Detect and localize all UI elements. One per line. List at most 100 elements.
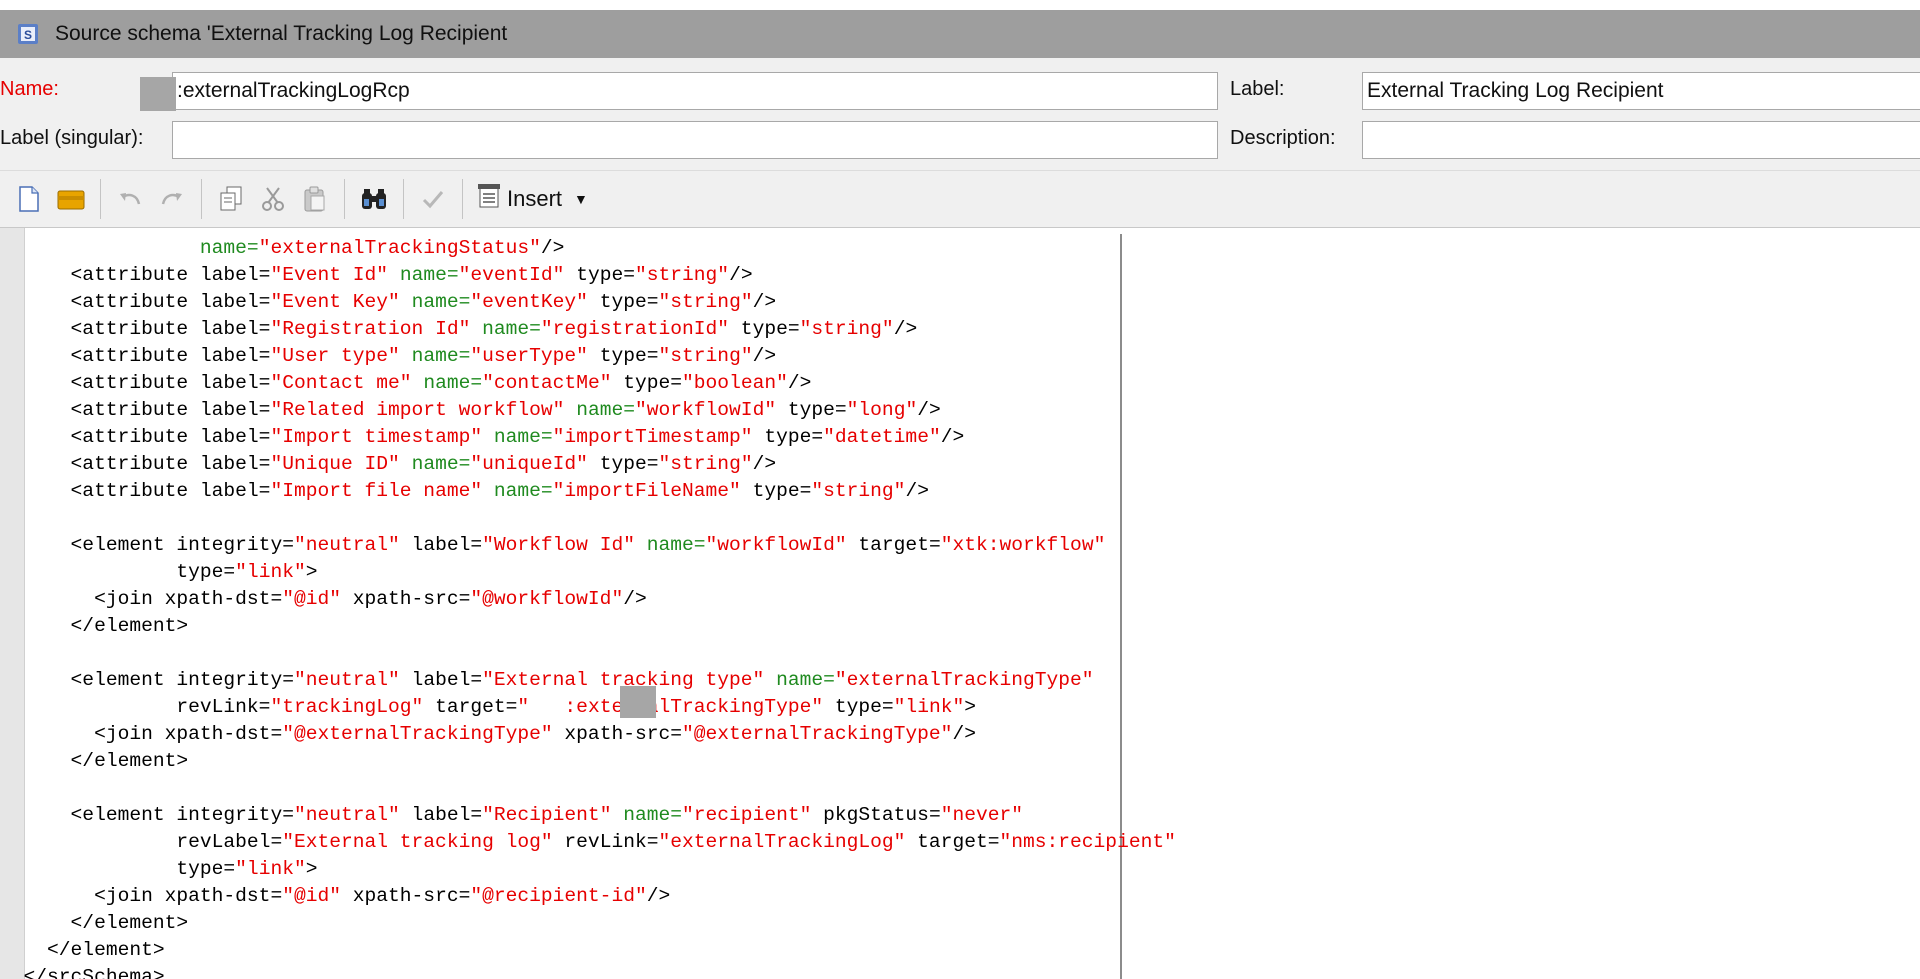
code-token: "Unique ID"	[270, 453, 400, 475]
code-token: label=	[199, 291, 271, 313]
code-token: type=	[729, 318, 800, 340]
cut-icon[interactable]	[256, 182, 290, 216]
code-line[interactable]	[0, 505, 1176, 532]
code-line[interactable]: name="externalTrackingStatus"/>	[0, 235, 1176, 262]
code-line[interactable]: <attribute label="Import timestamp" name…	[0, 424, 1176, 451]
redo-icon[interactable]	[155, 182, 189, 216]
code-line[interactable]: <join xpath-dst="@id" xpath-src="@recipi…	[0, 883, 1176, 910]
code-line[interactable]: <attribute label="Unique ID" name="uniqu…	[0, 451, 1176, 478]
code-token: "Workflow Id"	[482, 534, 635, 556]
code-token: "string"	[658, 453, 753, 475]
code-line[interactable]: <attribute label="Related import workflo…	[0, 397, 1176, 424]
code-line[interactable]: </element>	[0, 937, 1176, 964]
code-line[interactable]: revLabel="External tracking log" revLink…	[0, 829, 1176, 856]
code-token: "link"	[235, 561, 306, 583]
code-token: name=	[411, 291, 471, 313]
code-line[interactable]: </element>	[0, 748, 1176, 775]
toolbar-separator	[462, 179, 463, 219]
code-token: />	[540, 237, 565, 259]
code-token: <attribute	[0, 291, 200, 313]
code-token: name=	[646, 534, 706, 556]
code-token: />	[752, 345, 777, 367]
paste-icon[interactable]	[298, 182, 332, 216]
code-token: type=	[740, 480, 812, 502]
check-icon[interactable]	[416, 182, 450, 216]
code-token: "User type"	[270, 345, 400, 367]
code-line[interactable]: </srcSchema>	[0, 964, 1176, 979]
copy-icon[interactable]	[214, 182, 248, 216]
code-line[interactable]: type="link">	[0, 559, 1176, 586]
code-token: "externalTrackingLog"	[658, 831, 906, 853]
code-token: name=	[411, 345, 471, 367]
code-line[interactable]: </element>	[0, 613, 1176, 640]
code-line[interactable]: <attribute label="User type" name="userT…	[0, 343, 1176, 370]
code-token: name=	[576, 399, 635, 421]
singular-field[interactable]	[172, 121, 1218, 159]
undo-icon[interactable]	[113, 182, 147, 216]
title-bar: S Source schema 'External Tracking Log R…	[0, 10, 1920, 58]
code-line[interactable]: <attribute label="Contact me" name="cont…	[0, 370, 1176, 397]
name-field[interactable]: :externalTrackingLogRcp	[172, 72, 1218, 110]
code-token: >	[305, 561, 318, 583]
code-line[interactable]: <join xpath-dst="@externalTrackingType" …	[0, 721, 1176, 748]
code-token: "Contact me"	[270, 372, 412, 394]
code-line[interactable]: <attribute label="Import file name" name…	[0, 478, 1176, 505]
code-token: "eventKey"	[470, 291, 588, 313]
code-line[interactable]	[0, 775, 1176, 802]
code-token: "Related import workflow"	[270, 399, 565, 421]
code-token: </element>	[0, 750, 189, 772]
code-line[interactable]: type="link">	[0, 856, 1176, 883]
find-icon[interactable]	[357, 182, 391, 216]
code-token: "link"	[235, 858, 306, 880]
code-content[interactable]: name="externalTrackingStatus"/> <attribu…	[0, 235, 1176, 979]
description-field[interactable]	[1362, 121, 1920, 159]
code-token: "Event Id"	[270, 264, 389, 286]
code-token: label=	[199, 480, 271, 502]
code-token: <attribute	[0, 318, 200, 340]
code-token: "externalTrackingStatus"	[258, 237, 541, 259]
code-line[interactable]: <join xpath-dst="@id" xpath-src="@workfl…	[0, 586, 1176, 613]
singular-label: Label (singular):	[0, 127, 144, 149]
code-token: target=	[846, 534, 941, 556]
new-icon[interactable]	[12, 182, 46, 216]
insert-dropdown-button[interactable]: Insert ▼	[477, 183, 588, 215]
code-line[interactable]: <element integrity="neutral" label="Work…	[0, 532, 1176, 559]
code-line[interactable]: <attribute label="Event Key" name="event…	[0, 289, 1176, 316]
code-token: type=	[752, 426, 824, 448]
toolbar-separator	[403, 179, 404, 219]
code-line[interactable]: <attribute label="Registration Id" name=…	[0, 316, 1176, 343]
code-token: type=	[0, 561, 236, 583]
code-token: />	[623, 588, 647, 610]
code-token: "string"	[799, 318, 894, 340]
code-token: <join xpath-dst=	[0, 885, 283, 907]
code-line[interactable]: <attribute label="Event Id" name="eventI…	[0, 262, 1176, 289]
code-line[interactable]: </element>	[0, 910, 1176, 937]
code-token: "eventId"	[458, 264, 565, 286]
code-token: "@recipient-id"	[470, 885, 647, 907]
insert-label: Insert	[507, 186, 563, 211]
code-token: "xtk:workflow"	[940, 534, 1106, 556]
label-field[interactable]: External Tracking Log Recipient	[1362, 72, 1920, 110]
code-token: <attribute	[0, 372, 200, 394]
code-token: name=	[493, 426, 553, 448]
code-token: name=	[776, 669, 835, 691]
code-line[interactable]: revLink="trackingLog" target=" :external…	[0, 694, 1176, 721]
code-token: >	[305, 858, 318, 880]
code-line[interactable]: <element integrity="neutral" label="Exte…	[0, 667, 1176, 694]
code-token: "Recipient"	[482, 804, 612, 826]
code-token: name=	[199, 237, 259, 259]
code-token: target=	[423, 696, 518, 718]
code-line[interactable]	[0, 640, 1176, 667]
code-token: />	[893, 318, 918, 340]
open-icon[interactable]	[54, 182, 88, 216]
code-line[interactable]: <element integrity="neutral" label="Reci…	[0, 802, 1176, 829]
code-editor[interactable]: name="externalTrackingStatus"/> <attribu…	[0, 228, 1920, 979]
code-token: >	[964, 696, 976, 718]
code-token: <element integrity=	[0, 669, 294, 691]
code-token: name=	[482, 318, 541, 340]
